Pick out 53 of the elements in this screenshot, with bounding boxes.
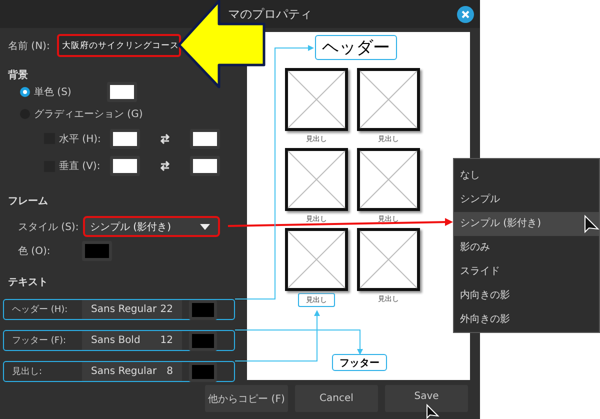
font-button[interactable]: Sans Regular 8	[82, 362, 182, 382]
preview-footer: フッター	[332, 354, 387, 371]
section-heading: フレーム	[7, 194, 49, 208]
color-swatch[interactable]	[189, 330, 217, 351]
style-dropdown[interactable]: シンプル (影付き)	[83, 216, 220, 238]
radio-button[interactable]	[20, 87, 30, 98]
menu-item[interactable]: 外向きの影	[454, 308, 599, 332]
swap-icon[interactable]	[160, 160, 170, 172]
cursor-icon	[426, 404, 440, 419]
name-field[interactable]: 大阪府のサイクリングコース	[57, 34, 181, 58]
option-label: 水平 (H):	[59, 132, 102, 146]
caret-icon	[200, 224, 210, 230]
dialog-button[interactable]: Cancel	[295, 385, 378, 412]
field-label: ヘッダー (H):	[11, 304, 69, 316]
image-placeholder	[285, 228, 348, 291]
option-label: グラディエーション (G)	[34, 108, 143, 122]
swap-icon[interactable]	[160, 132, 170, 145]
color-swatch[interactable]	[189, 362, 217, 382]
menu-item[interactable]: シンプル	[454, 188, 599, 212]
color-swatch[interactable]	[189, 300, 217, 320]
cursor-icon	[584, 214, 600, 234]
window-title: マのプロパティ	[228, 6, 312, 22]
dialog-button[interactable]: Save	[385, 385, 468, 412]
option-label: 単色 (S)	[34, 86, 72, 100]
color-swatch[interactable]	[190, 156, 220, 176]
image-placeholder	[357, 228, 420, 291]
image-placeholder	[285, 68, 348, 131]
color-swatch[interactable]	[107, 82, 137, 102]
color-swatch[interactable]	[190, 128, 220, 149]
dialog-button[interactable]: 他からコピー (F)	[205, 385, 288, 412]
menu-item[interactable]: なし	[454, 164, 599, 188]
field-label: スタイル (S):	[18, 220, 80, 234]
image-placeholder	[357, 68, 420, 131]
menu-item[interactable]: 影のみ	[454, 236, 599, 260]
image-placeholder	[285, 148, 348, 211]
section-heading: テキスト	[7, 276, 49, 290]
menu-item[interactable]: スライド	[454, 260, 599, 284]
field-label: フッター (F):	[11, 335, 68, 348]
image-placeholder	[357, 148, 420, 211]
color-swatch[interactable]	[110, 156, 140, 176]
font-button[interactable]: Sans Bold 12	[82, 331, 182, 350]
field-label: 色 (O):	[18, 245, 52, 258]
close-icon[interactable]	[457, 6, 474, 23]
font-button[interactable]: Sans Regular 22	[82, 300, 182, 320]
color-swatch[interactable]	[110, 128, 140, 149]
field-label: 見出し:	[11, 366, 44, 378]
menu-item[interactable]: シンプル (影付き)	[454, 212, 599, 236]
option-label: 垂直 (V):	[59, 160, 102, 174]
menu-item[interactable]: 内向きの影	[454, 284, 599, 308]
preview-header: ヘッダー	[315, 35, 397, 60]
color-swatch[interactable]	[82, 241, 112, 262]
section-heading: 背景	[7, 68, 29, 82]
field-label: 名前 (N):	[8, 40, 51, 53]
